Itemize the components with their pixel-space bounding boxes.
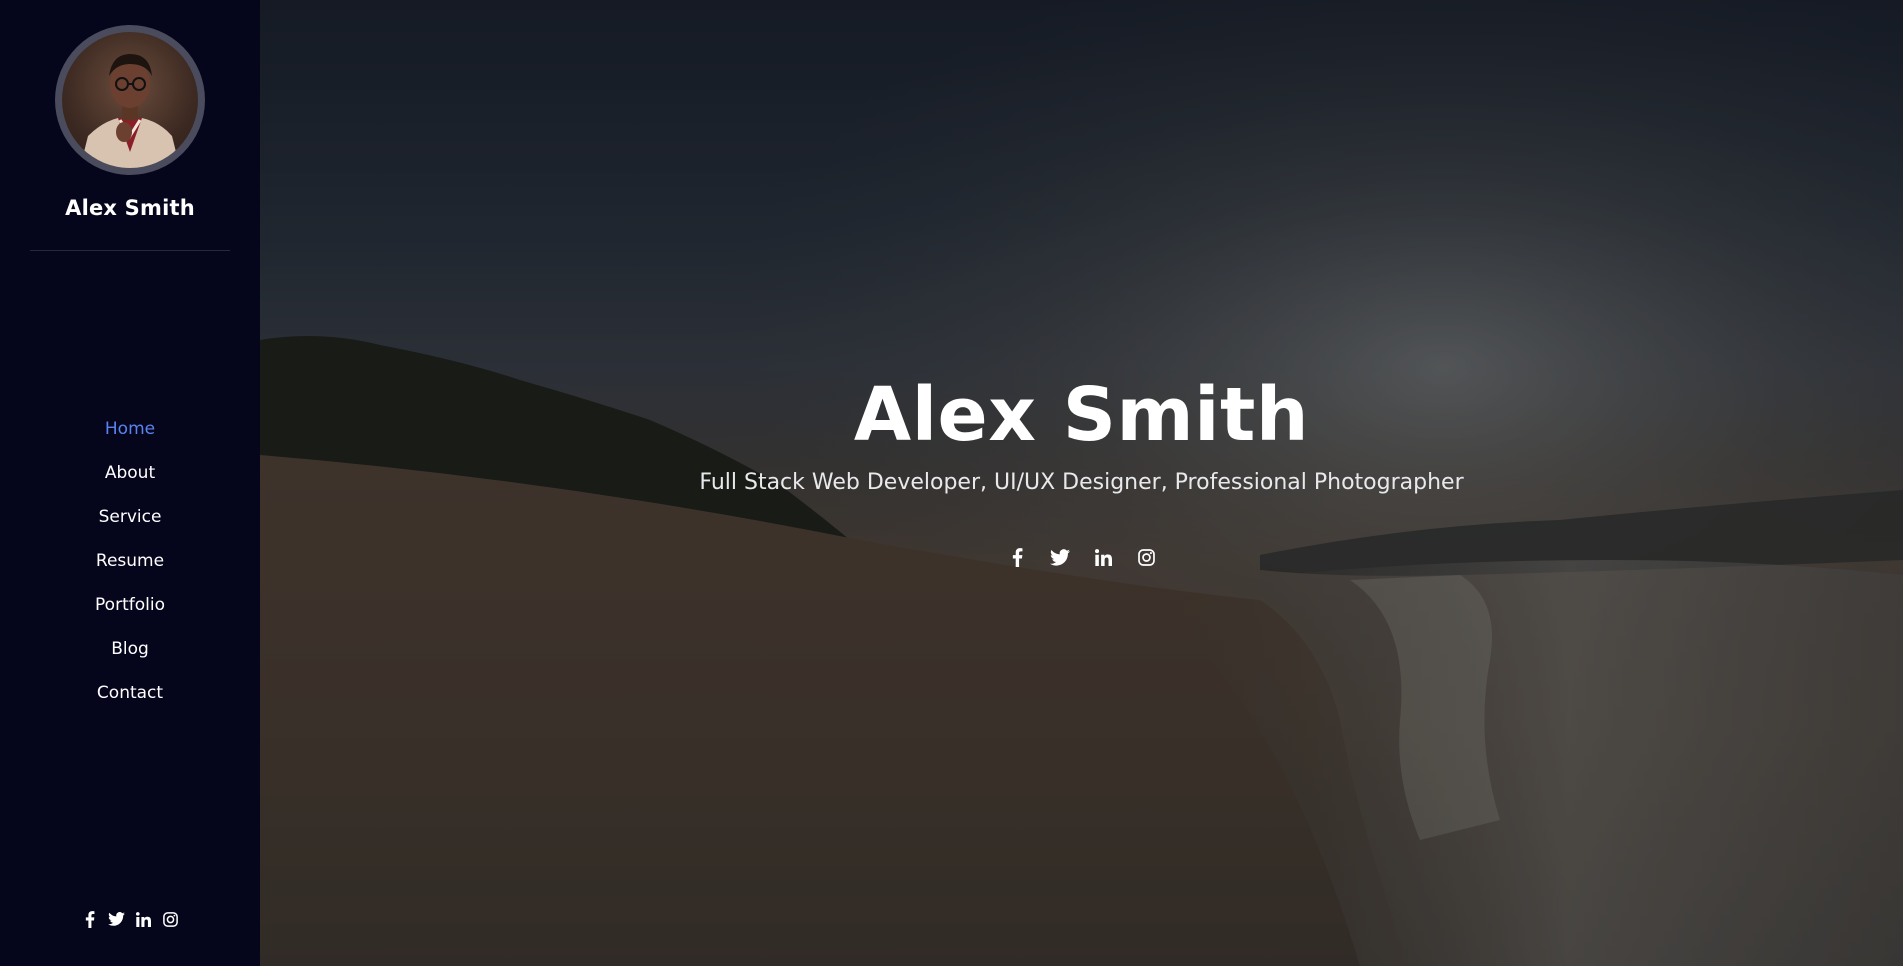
facebook-icon[interactable] xyxy=(1006,546,1028,568)
nav-item-about[interactable]: About xyxy=(0,456,260,500)
linkedin-icon[interactable] xyxy=(1092,546,1114,568)
nav-item-home[interactable]: Home xyxy=(0,412,260,456)
sidebar-nav: Home About Service Resume Portfolio Blog… xyxy=(0,412,260,720)
nav-item-blog[interactable]: Blog xyxy=(0,632,260,676)
sidebar-social-links xyxy=(0,906,260,932)
linkedin-icon[interactable] xyxy=(135,910,153,928)
nav-item-contact[interactable]: Contact xyxy=(0,676,260,720)
sidebar: Alex Smith Home About Service Resume Por… xyxy=(0,0,260,966)
nav-item-portfolio[interactable]: Portfolio xyxy=(0,588,260,632)
nav-item-service[interactable]: Service xyxy=(0,500,260,544)
sidebar-name: Alex Smith xyxy=(65,196,195,220)
avatar[interactable] xyxy=(55,25,205,175)
hero-title: Alex Smith xyxy=(853,372,1310,458)
sidebar-divider xyxy=(30,250,230,251)
avatar-photo xyxy=(62,32,198,168)
instagram-icon[interactable] xyxy=(1135,546,1157,568)
hero-social-links xyxy=(260,546,1903,568)
twitter-icon[interactable] xyxy=(108,910,126,928)
hero-subtitle: Full Stack Web Developer, UI/UX Designer… xyxy=(699,470,1464,495)
hero-section: Alex Smith Full Stack Web Developer, UI/… xyxy=(260,0,1903,966)
instagram-icon[interactable] xyxy=(162,910,180,928)
nav-item-resume[interactable]: Resume xyxy=(0,544,260,588)
twitter-icon[interactable] xyxy=(1049,546,1071,568)
facebook-icon[interactable] xyxy=(81,910,99,928)
